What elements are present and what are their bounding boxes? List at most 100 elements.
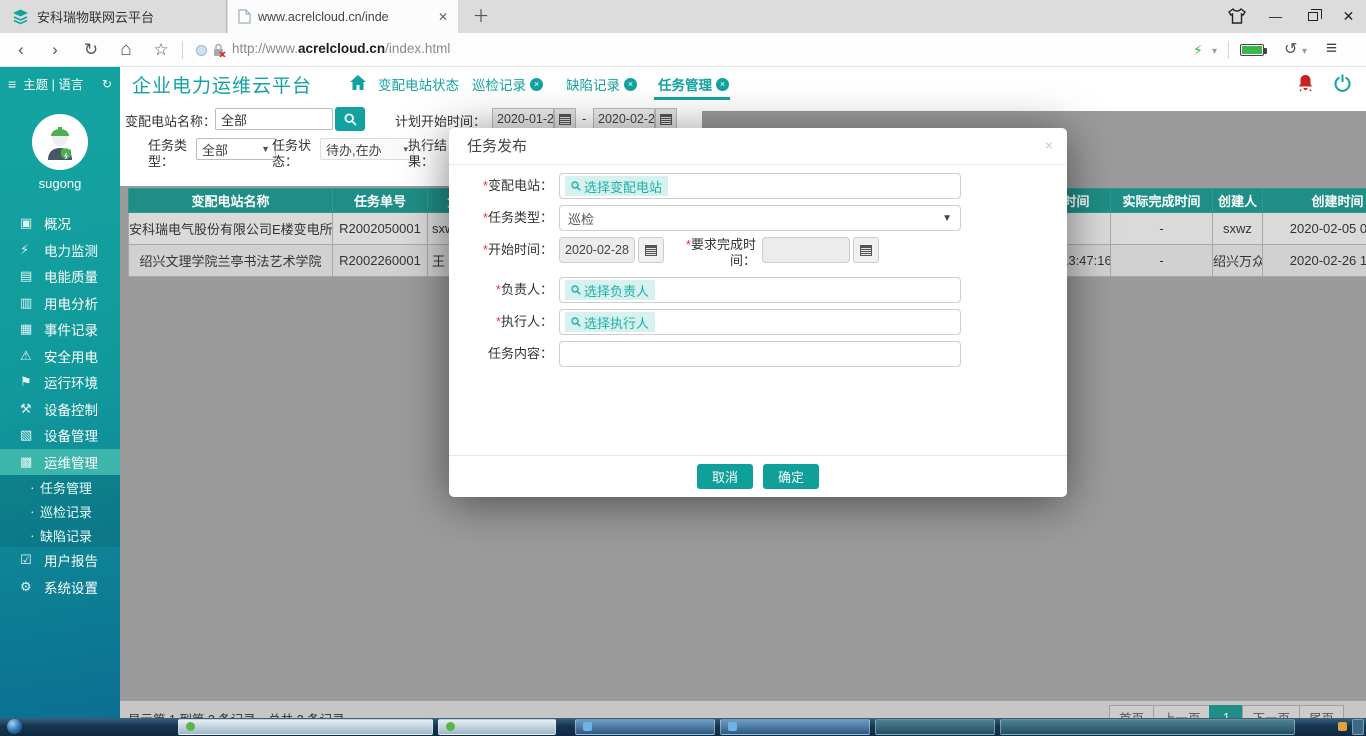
sidebar-item-environment[interactable]: ⚑运行环境 [0, 369, 120, 396]
theme-language-label[interactable]: 主题 | 语言 [23, 74, 95, 93]
calendar-button[interactable] [638, 237, 664, 263]
page-favicon-icon [238, 9, 251, 24]
task-status-filter-select[interactable]: 待办,在办▾ [320, 138, 414, 160]
plan-start-date-input[interactable]: 2020-01-29 [492, 108, 554, 130]
app-icon [728, 722, 737, 731]
notification-bell-icon[interactable] [1297, 74, 1314, 97]
plan-end-date-input[interactable]: 2020-02-28 [593, 108, 655, 130]
tab-close-icon[interactable]: × [530, 78, 543, 91]
executor-field[interactable]: 选择执行人 [559, 309, 961, 335]
station-chip[interactable]: 选择变配电站 [565, 176, 668, 196]
insecure-lock-icon[interactable] [212, 43, 226, 62]
modal-title: 任务发布 [449, 128, 1067, 165]
home-nav-icon[interactable]: ⌂ [113, 33, 139, 66]
taskbar-app-button[interactable] [438, 719, 556, 735]
battery-icon[interactable] [1240, 44, 1264, 56]
refresh-icon[interactable]: ↻ [78, 33, 104, 66]
tab-inspection-records[interactable]: 巡检记录× [472, 74, 543, 94]
executor-field-label: *执行人： [461, 309, 553, 335]
logout-power-icon[interactable] [1334, 74, 1351, 97]
owner-chip[interactable]: 选择负责人 [565, 280, 655, 300]
taskbar-app-button[interactable] [1000, 719, 1295, 735]
start-button[interactable] [7, 719, 22, 734]
tab-task-management[interactable]: 任务管理× [658, 74, 729, 94]
sidebar-item-event-log[interactable]: ▦事件记录 [0, 316, 120, 343]
deadline-date-input[interactable] [762, 237, 850, 263]
tab-close-icon[interactable]: × [624, 78, 637, 91]
tab-defect-records[interactable]: 缺陷记录× [566, 74, 637, 94]
owner-field[interactable]: 选择负责人 [559, 277, 961, 303]
tab-close-icon[interactable]: × [716, 78, 729, 91]
sidebar-item-overview[interactable]: ▣概况 [0, 210, 120, 237]
sidebar-subitem-defect-records[interactable]: ·缺陷记录 [0, 523, 120, 547]
station-field[interactable]: 选择变配电站 [559, 173, 961, 199]
sidebar-subitem-task-management[interactable]: ·任务管理 [0, 475, 120, 499]
bolt-caret-icon[interactable]: ▾ [1212, 46, 1217, 57]
taskbar-app-button[interactable] [875, 719, 995, 735]
undo-icon[interactable]: ↺ [1284, 39, 1297, 59]
calendar-button[interactable] [554, 108, 576, 130]
sidebar-item-usage-analysis[interactable]: ▥用电分析 [0, 290, 120, 317]
search-icon [571, 181, 581, 191]
start-date-input[interactable]: 2020-02-28 [559, 237, 635, 263]
executor-chip[interactable]: 选择执行人 [565, 312, 655, 332]
avatar[interactable] [32, 114, 88, 170]
taskbar-app-button[interactable] [575, 719, 715, 735]
sidebar-toggle-icon[interactable]: ≡ [8, 76, 16, 92]
ok-button[interactable]: 确定 [763, 464, 819, 489]
header-refresh-icon[interactable]: ↻ [102, 77, 112, 91]
sidebar-item-system-settings[interactable]: ⚙系统设置 [0, 574, 120, 601]
task-type-filter-label: 任务类型： [148, 138, 194, 170]
caret-down-icon: ▼ [261, 144, 270, 154]
task-content-input[interactable] [559, 341, 961, 367]
taskbar-app-button[interactable] [178, 719, 433, 735]
calendar-button[interactable] [853, 237, 879, 263]
cancel-button[interactable]: 取消 [697, 464, 753, 489]
station-filter-input[interactable] [215, 108, 333, 130]
page-title: 企业电力运维云平台 [132, 71, 312, 98]
bullet-icon: · [30, 479, 40, 495]
home-tab-icon[interactable] [350, 75, 366, 95]
sidebar-item-om-management[interactable]: ▩运维管理 [0, 449, 120, 476]
show-desktop-button[interactable] [1352, 719, 1364, 735]
window-restore-button[interactable] [1295, 0, 1330, 33]
usage-analysis-icon: ▥ [20, 295, 44, 311]
search-icon [344, 113, 357, 126]
site-indicator-icon[interactable] [196, 45, 207, 56]
modal-close-icon[interactable]: × [1045, 137, 1053, 153]
window-minimize-button[interactable]: — [1258, 0, 1293, 33]
browser-menu-icon[interactable]: ≡ [1326, 38, 1337, 60]
search-button[interactable] [335, 107, 365, 131]
bullet-icon: · [30, 527, 40, 543]
back-icon[interactable]: ‹ [8, 33, 34, 66]
new-tab-button[interactable]: ＋ [468, 4, 494, 29]
sidebar-item-user-report[interactable]: ☑用户报告 [0, 547, 120, 574]
sidebar-item-device-control[interactable]: ⚒设备控制 [0, 396, 120, 423]
user-report-icon: ☑ [20, 552, 44, 568]
browser-tab[interactable]: www.acrelcloud.cn/inde ✕ [228, 0, 458, 33]
owner-field-label: *负责人： [461, 277, 553, 303]
speed-bolt-icon[interactable]: ⚡ [1193, 42, 1203, 59]
bookmark-star-icon[interactable]: ☆ [148, 33, 174, 66]
sidebar-subitem-inspection-records[interactable]: ·巡检记录 [0, 499, 120, 523]
sidebar-item-power-monitoring[interactable]: ⚡电力监测 [0, 237, 120, 264]
sidebar-item-safe-power[interactable]: ⚠安全用电 [0, 343, 120, 370]
taskbar-app-button[interactable] [720, 719, 870, 735]
sidebar-item-device-management[interactable]: ▧设备管理 [0, 422, 120, 449]
forward-icon[interactable]: › [42, 33, 68, 66]
task-type-filter-select[interactable]: 全部▼ [196, 138, 276, 160]
window-close-button[interactable]: ✕ [1331, 0, 1366, 33]
theme-shirt-icon[interactable] [1227, 7, 1247, 30]
task-type-select[interactable]: 巡检▼ [559, 205, 961, 231]
app-icon [1338, 722, 1347, 731]
undo-caret-icon[interactable]: ▾ [1302, 46, 1307, 57]
url-path: /index.html [385, 41, 450, 56]
tab-station-status[interactable]: 变配电站状态 [378, 74, 459, 94]
sidebar-item-power-quality[interactable]: ▤电能质量 [0, 263, 120, 290]
url-text[interactable]: http://www.acrelcloud.cn/index.html [232, 41, 450, 56]
tab-close-icon[interactable]: ✕ [438, 10, 448, 24]
theme-language-bar[interactable]: ≡ 主题 | 语言 ↻ [0, 67, 120, 100]
calendar-button[interactable] [655, 108, 677, 130]
start-field-label: *开始时间： [461, 237, 553, 263]
col-header-station: 变配电站名称 [129, 189, 333, 213]
